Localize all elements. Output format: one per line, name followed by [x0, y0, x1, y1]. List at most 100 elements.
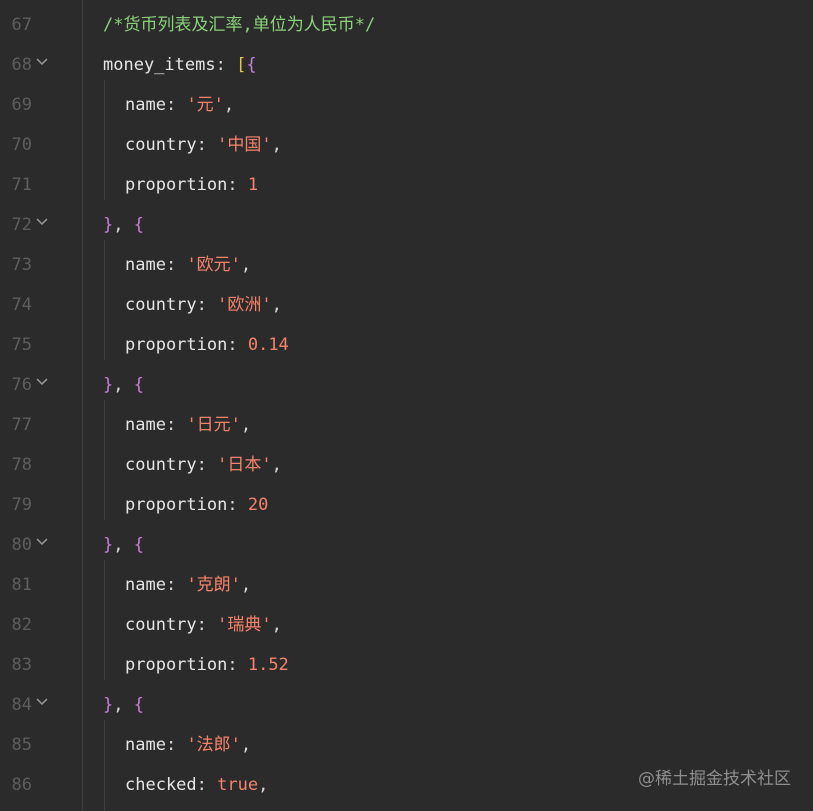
- code-editor[interactable]: 67 /*货币列表及汇率,单位为人民币*/ 68 money_items: [{…: [0, 0, 813, 811]
- line-number: 77: [11, 415, 32, 435]
- line-number: 76: [11, 375, 32, 395]
- code-line[interactable]: 78 country: '日本',: [0, 445, 813, 485]
- comma: ,: [271, 295, 282, 315]
- code-text: proportion: 1.52: [125, 645, 289, 685]
- line-number: 84: [11, 695, 32, 715]
- line-number: 83: [11, 655, 32, 675]
- line-number: 81: [11, 575, 32, 595]
- line-number: 68: [11, 55, 32, 75]
- property-key: money_items: [103, 55, 216, 75]
- code-line[interactable]: 85 name: '法郎',: [0, 725, 813, 765]
- code-line[interactable]: 84 }, {: [0, 685, 813, 725]
- code-line[interactable]: 69 name: '元',: [0, 85, 813, 125]
- open-brace: {: [133, 535, 144, 555]
- separator: :: [196, 135, 218, 155]
- string-value: '克朗': [186, 575, 241, 595]
- line-number: 79: [11, 495, 32, 515]
- number-value: 1: [247, 175, 259, 195]
- property-key: name: [125, 735, 166, 755]
- chevron-down-icon[interactable]: [34, 694, 50, 710]
- code-line[interactable]: 79 proportion: 20: [0, 485, 813, 525]
- close-brace: }: [103, 535, 114, 555]
- separator: :: [227, 335, 248, 355]
- code-line[interactable]: 70 country: '中国',: [0, 125, 813, 165]
- code-line[interactable]: 80 }, {: [0, 525, 813, 565]
- line-number: 80: [11, 535, 32, 555]
- comma: ,: [258, 775, 269, 795]
- comma: ,: [240, 575, 252, 595]
- comma: ,: [271, 615, 282, 635]
- code-line[interactable]: 74 country: '欧洲',: [0, 285, 813, 325]
- open-brace: {: [133, 375, 144, 395]
- comma: ,: [113, 215, 134, 235]
- comma: ,: [223, 95, 235, 115]
- property-key: name: [125, 95, 166, 115]
- comma: ,: [240, 735, 252, 755]
- string-value: '欧元': [186, 255, 241, 275]
- property-key: name: [125, 255, 166, 275]
- code-text: }, {: [103, 365, 144, 405]
- line-number: 86: [11, 775, 32, 795]
- code-text: country: '中国',: [125, 125, 282, 165]
- separator: :: [165, 255, 187, 275]
- code-text: }, {: [103, 205, 144, 245]
- comment: /*货币列表及汇率,单位为人民币*/: [103, 15, 376, 35]
- code-text: name: '元',: [125, 85, 234, 125]
- chevron-down-icon[interactable]: [34, 214, 50, 230]
- separator: :: [196, 775, 218, 795]
- code-line[interactable]: 72 }, {: [0, 205, 813, 245]
- string-value: '日元': [186, 415, 241, 435]
- code-line[interactable]: 81 name: '克朗',: [0, 565, 813, 605]
- comma: ,: [271, 135, 282, 155]
- code-line[interactable]: 73 name: '欧元',: [0, 245, 813, 285]
- line-number: 85: [11, 735, 32, 755]
- separator: :: [165, 735, 187, 755]
- chevron-down-icon[interactable]: [34, 534, 50, 550]
- property-key: country: [125, 135, 197, 155]
- property-key: country: [125, 295, 197, 315]
- code-text: name: '欧元',: [125, 245, 251, 285]
- code-text: proportion: 0.14: [125, 325, 289, 365]
- boolean-value: true: [217, 775, 259, 795]
- code-text: name: '日元',: [125, 405, 251, 445]
- separator: :: [227, 175, 248, 195]
- string-value: '瑞典': [217, 615, 272, 635]
- number-value: 20: [247, 495, 269, 515]
- comma: ,: [113, 535, 134, 555]
- comma: ,: [113, 695, 134, 715]
- line-number: 75: [11, 335, 32, 355]
- string-value: '中国': [217, 135, 272, 155]
- close-brace: }: [103, 215, 114, 235]
- code-line[interactable]: 75 proportion: 0.14: [0, 325, 813, 365]
- chevron-down-icon[interactable]: [34, 374, 50, 390]
- code-line[interactable]: 71 proportion: 1: [0, 165, 813, 205]
- separator: :: [165, 575, 187, 595]
- line-number: 67: [11, 15, 32, 35]
- comma: ,: [240, 255, 252, 275]
- code-line[interactable]: 77 name: '日元',: [0, 405, 813, 445]
- code-line[interactable]: 76 }, {: [0, 365, 813, 405]
- number-value: 0.14: [247, 335, 289, 355]
- line-number: 70: [11, 135, 32, 155]
- separator: :: [227, 655, 248, 675]
- code-line[interactable]: 67 /*货币列表及汇率,单位为人民币*/: [0, 5, 813, 45]
- property-key: country: [125, 455, 197, 475]
- code-text: /*货币列表及汇率,单位为人民币*/: [103, 5, 375, 45]
- code-line[interactable]: 68 money_items: [{: [0, 45, 813, 85]
- line-number: 71: [11, 175, 32, 195]
- separator: :: [196, 615, 218, 635]
- property-key: checked: [125, 775, 197, 795]
- comma: ,: [113, 375, 134, 395]
- code-text: proportion: 20: [125, 485, 268, 525]
- string-value: '元': [186, 95, 224, 115]
- open-bracket: [: [236, 55, 247, 75]
- comma: ,: [240, 415, 252, 435]
- line-number: 72: [11, 215, 32, 235]
- code-line[interactable]: 83 proportion: 1.52: [0, 645, 813, 685]
- property-key: proportion: [125, 655, 228, 675]
- property-key: name: [125, 415, 166, 435]
- code-text: name: '法郎',: [125, 725, 251, 765]
- code-line[interactable]: 82 country: '瑞典',: [0, 605, 813, 645]
- chevron-down-icon[interactable]: [34, 54, 50, 70]
- string-value: '法郎': [186, 735, 241, 755]
